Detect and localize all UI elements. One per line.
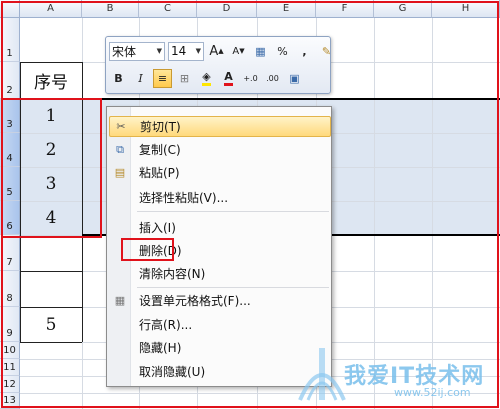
menu-item-label: 粘贴(P) <box>139 166 180 180</box>
mini-toolbar: 宋体 ▼ 14 ▼ A ▲ A ▼ ▦ % , ✎ B I ≡ ⊞ ◈ A +.0 … <box>105 36 331 94</box>
center-align-button[interactable]: ≡ <box>153 68 172 88</box>
decrease-decimal-icon: .00 <box>266 73 279 83</box>
percent-button[interactable]: % <box>273 42 292 61</box>
menu-item-label: 复制(C) <box>139 143 181 157</box>
menu-item-label: 行高(R)... <box>139 318 193 332</box>
menu-item-paste-special[interactable]: 选择性粘贴(V)... <box>109 187 331 208</box>
scissors-icon: ✂ <box>116 120 126 133</box>
menu-item-label: 选择性粘贴(V)... <box>139 191 229 205</box>
menu-item-cut[interactable]: ✂ 剪切(T) <box>109 116 331 137</box>
font-color-icon: A <box>224 70 233 86</box>
fill-color-button[interactable]: ◈ <box>197 69 216 88</box>
grow-font-icon: A <box>209 43 219 59</box>
percent-icon: % <box>277 44 288 58</box>
align-center-icon: ≡ <box>157 71 168 85</box>
menu-item-insert[interactable]: 插入(I) <box>109 217 331 238</box>
borders-icon: ⊞ <box>179 71 190 85</box>
highlight-outline-delete <box>121 238 174 261</box>
italic-icon: I <box>138 71 143 85</box>
menu-item-copy[interactable]: ⧉ 复制(C) <box>109 139 331 160</box>
menu-item-label: 剪切(T) <box>140 120 181 134</box>
shrink-font-icon: A <box>232 45 240 57</box>
menu-item-label: 设置单元格格式(F)... <box>139 294 251 308</box>
watermark-url: www.52ij.com <box>394 386 471 399</box>
paste-icon: ▤ <box>114 166 126 179</box>
font-size-combo[interactable]: 14 ▼ <box>168 41 204 61</box>
comma-button[interactable]: , <box>295 42 314 61</box>
decrease-decimal-button[interactable]: .00 <box>263 69 282 88</box>
brush-icon: ✎ <box>321 44 332 58</box>
font-name-value: 宋体 <box>112 44 137 59</box>
font-size-value: 14 <box>171 44 187 58</box>
merge-cells-button[interactable]: ▣ <box>285 69 304 88</box>
font-color-button[interactable]: A <box>219 69 238 88</box>
merge-icon: ▣ <box>289 71 300 85</box>
menu-item-label: 清除内容(N) <box>139 267 206 281</box>
increase-decimal-button[interactable]: +.0 <box>241 69 260 88</box>
menu-item-clear-contents[interactable]: 清除内容(N) <box>109 263 331 284</box>
bold-button[interactable]: B <box>109 69 128 88</box>
grow-font-button[interactable]: A ▲ <box>207 42 226 61</box>
chevron-down-icon: ▼ <box>156 47 162 55</box>
increase-decimal-icon: +.0 <box>243 73 258 83</box>
watermark: 我爱IT技术网 www.52ij.com <box>282 330 500 409</box>
format-painter-button[interactable]: ✎ <box>317 42 336 61</box>
copy-icon: ⧉ <box>116 142 124 156</box>
font-name-combo[interactable]: 宋体 ▼ <box>109 41 165 61</box>
menu-separator <box>137 211 329 212</box>
currency-icon: ▦ <box>255 44 266 58</box>
format-cells-icon: ▦ <box>114 294 126 307</box>
comma-icon: , <box>302 44 307 58</box>
borders-button[interactable]: ⊞ <box>175 69 194 88</box>
menu-item-label: 插入(I) <box>139 221 176 235</box>
italic-button[interactable]: I <box>131 69 150 88</box>
fill-bucket-icon: ◈ <box>202 70 211 86</box>
chevron-down-icon: ▼ <box>195 47 201 55</box>
accounting-format-button[interactable]: ▦ <box>251 42 270 61</box>
menu-separator <box>137 287 329 288</box>
highlight-outline-rows <box>1 98 102 238</box>
menu-item-label: 取消隐藏(U) <box>139 365 206 379</box>
bold-icon: B <box>114 71 123 85</box>
menu-item-format-cells[interactable]: ▦ 设置单元格格式(F)... <box>109 290 331 311</box>
menu-item-label: 隐藏(H) <box>139 341 182 355</box>
shrink-font-button[interactable]: A ▼ <box>229 42 248 61</box>
menu-item-paste[interactable]: ▤ 粘贴(P) <box>109 162 331 183</box>
